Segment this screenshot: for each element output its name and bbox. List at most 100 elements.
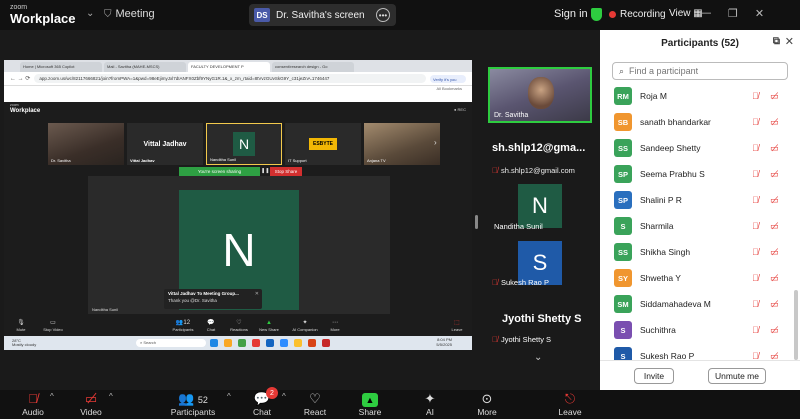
heart-icon: ♡ [309, 391, 321, 406]
participant-row[interactable]: SM Siddamahadeva M 🎙̸ ▭̸ [600, 291, 792, 317]
chevron-down-icon[interactable]: ⌄ [86, 8, 94, 19]
participant-row[interactable]: S Sharmila 🎙̸ ▭̸ [600, 213, 792, 239]
windows-app-icon [210, 339, 218, 347]
shield-check-icon: ⛉ [104, 8, 112, 20]
unmute-me-button[interactable]: Unmute me [708, 368, 766, 384]
stop-share-button: Stop Share [270, 167, 302, 176]
inner-tb-label: AI Companion [292, 327, 318, 332]
participants-panel: Participants (52) ⧉ ✕ ⌕ RM Roja M 🎙̸ ▭̸ SB sa… [600, 30, 800, 391]
participant-row[interactable]: SS Shikha Singh 🎙̸ ▭̸ [600, 239, 792, 265]
participant-search-input[interactable] [629, 66, 780, 76]
chevron-right-icon: › [434, 138, 437, 147]
participant-row[interactable]: S Suchithra 🎙̸ ▭̸ [600, 317, 792, 343]
ai-companion-button[interactable]: ✦ AI Companion [404, 390, 456, 419]
participant-name: Sharmila [640, 221, 674, 231]
tile-avatar: N [233, 132, 255, 156]
sign-in-link[interactable]: Sign in [554, 8, 588, 20]
participant-name: Nanditha Sunil [494, 222, 543, 231]
chevron-up-icon[interactable]: ^ [282, 392, 286, 401]
participant-name: Shikha Singh [640, 247, 691, 257]
inner-zoom-toolbar: 🎙 Mute ▭ Stop Video 👥12 Participants 💬 Chat … [4, 316, 472, 332]
chevron-up-icon[interactable]: ^ [109, 392, 113, 401]
inner-tb-label: Mute [16, 327, 26, 332]
app-icon [308, 339, 316, 347]
tile-name: Dr. Savitha [494, 112, 529, 119]
participant-row[interactable]: SS Sandeep Shetty 🎙̸ ▭̸ [600, 135, 792, 161]
inner-new-share-button: ▲ New Share [256, 320, 282, 332]
react-button[interactable]: ♡ React [302, 390, 328, 417]
taskbar-clock: 8:04 PM 5/5/2025 [436, 337, 452, 347]
browser-tab: Home | Microsoft 365 Copilot [20, 62, 102, 72]
participant-list: RM Roja M 🎙̸ ▭̸ SB sanath bhandarkar 🎙̸ ▭̸ SS San… [600, 83, 792, 395]
video-tile-dr-savitha[interactable]: Dr. Savitha [488, 67, 592, 123]
mic-muted-icon: 🎙̸ [752, 169, 759, 179]
restore-icon[interactable]: ❐ [728, 7, 738, 20]
participant-row[interactable]: SB sanath bhandarkar 🎙̸ ▭̸ [600, 109, 792, 135]
tile-center-name: Vittal Jadhav [143, 140, 187, 148]
inner-tb-label: Leave [451, 327, 463, 332]
tile-label: Anjana TV [367, 158, 386, 163]
participant-video [528, 77, 554, 109]
recording-indicator[interactable]: Recording [609, 9, 666, 20]
inner-tb-label: Stop Video [43, 327, 63, 332]
participant-name: Roja M [640, 91, 667, 101]
app-icon [266, 339, 274, 347]
leave-icon: ⎋ [564, 391, 576, 406]
chevron-up-icon[interactable]: ^ [227, 392, 231, 401]
close-icon: ✕ [254, 291, 259, 297]
audio-button[interactable]: 🎙̸ Audio [18, 390, 48, 417]
video-button[interactable]: ▭̸ Video [76, 390, 106, 417]
more-options-icon[interactable]: ••• [376, 8, 390, 22]
video-tile-label: 🎙̸ sh.shlp12@gmail.com [492, 166, 575, 175]
share-button[interactable]: ▲ Share [356, 390, 384, 417]
mic-muted-icon: 🎙̸ [752, 91, 759, 101]
inner-reactions-button: ♡ Reactions [226, 319, 252, 332]
participant-search[interactable]: ⌕ [612, 62, 788, 80]
windows-taskbar: 28°C Mostly cloudy ⌕ Search 8:04 PM 5/5/… [4, 336, 472, 350]
share-icon: ▲ [266, 320, 272, 326]
mic-muted-icon: 🎙̸ [28, 391, 38, 406]
participant-row[interactable]: SP Seema Prabhu S 🎙̸ ▭̸ [600, 161, 792, 187]
window-controls: — ❐ ✕ [700, 7, 764, 20]
meeting-info-button[interactable]: ⛉ Meeting [104, 8, 155, 20]
participants-button[interactable]: 👥 52 Participants [168, 390, 218, 417]
mic-muted-icon: 🎙̸ [752, 325, 759, 335]
inner-chat-button: 💬 Chat [198, 319, 224, 332]
scrollbar[interactable] [794, 290, 798, 360]
participant-row[interactable]: RM Roja M 🎙̸ ▭̸ [600, 83, 792, 109]
split-resize-handle[interactable] [475, 215, 478, 229]
close-icon[interactable]: ✕ [785, 35, 794, 48]
taskbar-app-icons [210, 339, 330, 347]
inner-ai-companion-button: ✦ AI Companion [288, 319, 322, 332]
participant-row[interactable]: SY Shwetha Y 🎙̸ ▭̸ [600, 265, 792, 291]
participant-avatar: SY [614, 269, 632, 287]
browser-address-bar: ← → ⟳ app.zoom.us/wc/82117666821/join?fr… [4, 72, 472, 86]
chevron-up-icon[interactable]: ^ [50, 392, 54, 401]
inner-tb-label: New Share [259, 327, 279, 332]
participant-name: Siddamahadeva M [640, 299, 711, 309]
share-screen-icon: ▲ [362, 393, 378, 407]
invite-button[interactable]: Invite [634, 368, 674, 384]
minimize-icon[interactable]: — [700, 7, 711, 20]
more-button[interactable]: ⊙ More [474, 390, 500, 417]
security-shield-icon[interactable] [591, 8, 602, 21]
chat-label: Chat [253, 407, 271, 417]
close-window-icon[interactable]: ✕ [755, 7, 764, 20]
inner-zoom-logo: zoom Workplace [10, 104, 40, 114]
leave-button[interactable]: ⎋ Leave [556, 390, 584, 417]
weather-text: Mostly cloudy [12, 342, 37, 347]
mic-muted-icon: 🎙̸ [752, 247, 759, 257]
participant-row[interactable]: SP Shalini P R 🎙̸ ▭̸ [600, 187, 792, 213]
shared-screen-view[interactable]: Home | Microsoft 365 Copilot Mail - Savi… [4, 60, 472, 350]
inner-logo-big: Workplace [10, 107, 41, 114]
pop-out-icon[interactable]: ⧉ [773, 36, 780, 47]
meeting-toolbar: 🎙̸ Audio ^ ▭̸ Video ^ 👥 52 Participants … [0, 387, 800, 419]
zoom-workplace-logo: zoom Workplace [10, 4, 76, 27]
view-button[interactable]: View ▦ [669, 8, 703, 19]
chevron-down-icon[interactable]: ⌄ [534, 352, 542, 363]
logo-small-text: zoom [10, 4, 28, 11]
participant-status-icons: 🎙̸ ▭̸ [752, 117, 782, 127]
screen-share-indicator[interactable]: DS Dr. Savitha's screen ••• [249, 4, 396, 26]
participant-avatar: SM [614, 295, 632, 313]
leave-icon: ⬚ [454, 320, 460, 326]
